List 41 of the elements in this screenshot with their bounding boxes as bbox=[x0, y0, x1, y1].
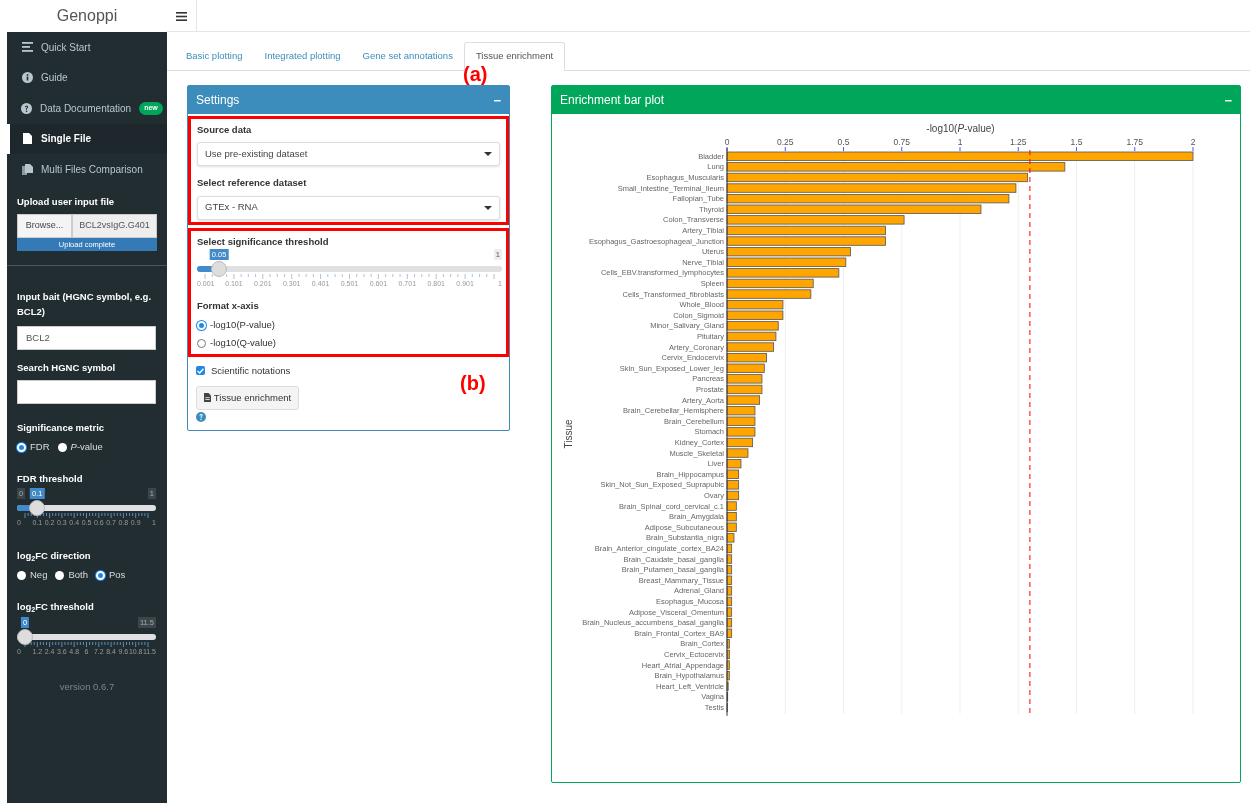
radio-label: -log10(Q-value) bbox=[210, 336, 276, 351]
sidebar-item-label: Quick Start bbox=[41, 40, 92, 55]
panel-title: Enrichment bar plot bbox=[560, 92, 665, 109]
axis-title: Tissue bbox=[563, 419, 574, 449]
version-text: version 0.6.7 bbox=[58, 679, 116, 694]
field-label: Select significance threshold bbox=[197, 234, 330, 249]
sidebar-item-label: Single File bbox=[41, 132, 92, 147]
field-label: Search HGNC symbol bbox=[17, 360, 117, 375]
radio-label: Neg bbox=[30, 568, 48, 582]
panel-title: Settings bbox=[196, 92, 240, 109]
sidebar-item-label: Multi Files Comparison bbox=[41, 162, 144, 177]
sidebar-item-label: Guide bbox=[41, 71, 69, 86]
checkbox-label: Scientific notations bbox=[211, 363, 291, 378]
axis-title: -log10(P-value) bbox=[926, 122, 995, 136]
sidebar-item-label: Data Documentation bbox=[40, 101, 132, 116]
field-label: log$_{2}$FC threshold bbox=[17, 600, 95, 615]
field-label: Upload user input file bbox=[17, 194, 116, 209]
field-label: FDR threshold bbox=[17, 471, 84, 486]
field-label: log$_{2}$FC direction bbox=[17, 548, 92, 563]
radio-label: -log10(P-value) bbox=[210, 318, 275, 332]
radio-label: FDR bbox=[30, 440, 50, 455]
field-label: Input bait (HGNC symbol, e.g. BCL2) bbox=[17, 289, 152, 319]
tick-label: 0.5 bbox=[837, 137, 850, 147]
field-label: Significance metric bbox=[17, 421, 106, 435]
field-label: Format x-axis bbox=[197, 298, 260, 313]
tick-label: 0.25 bbox=[777, 137, 794, 147]
radio-label: Both bbox=[68, 568, 88, 582]
annotation-label: (b) bbox=[460, 371, 486, 396]
file-name-field: BCL2vsIgG.G401 bbox=[72, 213, 157, 238]
tick-label: 1.75 bbox=[1126, 137, 1143, 147]
tick-label: 0.75 bbox=[893, 137, 910, 147]
tick-label: 0 bbox=[724, 137, 730, 147]
app-logo: Genoppi bbox=[56, 6, 118, 26]
field-label: Select reference dataset bbox=[197, 176, 308, 191]
tick-label: 1 bbox=[957, 137, 963, 147]
radio-label: Pos bbox=[109, 568, 126, 582]
radio-label: P-value bbox=[70, 440, 103, 455]
tick-label: 1.5 bbox=[1070, 137, 1083, 147]
tick-label: 1.25 bbox=[1010, 137, 1027, 147]
field-label: Source data bbox=[197, 123, 253, 137]
tick-label: 2 bbox=[1190, 137, 1196, 147]
